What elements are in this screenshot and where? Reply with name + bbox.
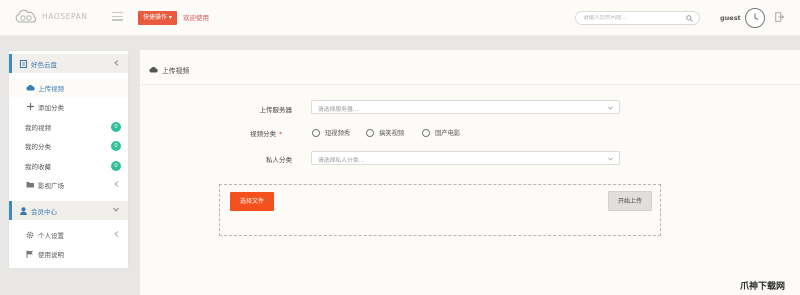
sidebar: 好色云盘 上传视频 添加分类 我的视频 0 我的分类 0 我的收藏 0 影视广场: [8, 50, 129, 269]
chevron-down-icon[interactable]: [113, 207, 119, 212]
radio-category-funny[interactable]: 搞笑视频: [366, 128, 404, 137]
sidebar-item-label: 我的分类: [25, 142, 51, 151]
radio-circle[interactable]: [312, 128, 320, 137]
logout-icon[interactable]: [775, 12, 784, 22]
gear-icon: [25, 231, 35, 239]
logo[interactable]: HAOSEPAN: [14, 9, 88, 24]
sidebar-item-label: 添加分类: [38, 103, 64, 112]
clock-avatar-icon: [754, 13, 759, 20]
page-title: 上传视频: [162, 67, 190, 75]
choose-file-button[interactable]: 选择文件: [230, 192, 274, 211]
required-mark: *: [279, 130, 283, 138]
radio-category-domestic-film[interactable]: 国产电影: [422, 128, 460, 137]
sidebar-item-instructions[interactable]: 使用说明: [9, 244, 128, 263]
logo-text: HAOSEPAN: [42, 12, 88, 21]
sidebar-item-label: 我的收藏: [25, 162, 51, 171]
sidebar-item-label: 上传视频: [38, 84, 64, 93]
user-icon: [18, 206, 28, 215]
sidebar-item-label: 使用说明: [38, 250, 64, 259]
sidebar-item-label: 个人设置: [38, 231, 64, 240]
server-select[interactable]: 请选择服务器...: [311, 100, 620, 114]
search-icon[interactable]: [686, 15, 693, 22]
cloud-upload-icon: [25, 84, 35, 91]
radio-label: 短视频秀: [325, 130, 351, 137]
panel-title: 上传视频: [149, 65, 189, 75]
chevron-down-icon: [608, 157, 613, 161]
sidebar-item-upload-video[interactable]: 上传视频: [9, 78, 128, 97]
user-name[interactable]: guest: [720, 14, 741, 22]
search-box[interactable]: [575, 11, 700, 25]
avatar[interactable]: [745, 8, 765, 28]
category-label-text: 视频分类: [250, 130, 276, 138]
chevron-left-icon[interactable]: [114, 231, 119, 237]
site-watermark: 爪神下载网: [740, 282, 786, 292]
divider: [141, 84, 800, 85]
sidebar-group-label: 好色云盘: [31, 60, 57, 69]
flag-icon: [25, 250, 35, 258]
category-label: 视频分类 *: [250, 128, 302, 138]
sidebar-item-add-category[interactable]: 添加分类: [9, 97, 128, 116]
radio-circle[interactable]: [366, 128, 374, 137]
cloud-logo-icon: [15, 9, 37, 23]
sidebar-item-label: 影视广场: [38, 181, 64, 190]
quick-action-button[interactable]: 快捷操作 ▾: [138, 11, 177, 25]
chevron-left-icon[interactable]: [114, 60, 119, 66]
count-badge: 0: [111, 161, 121, 171]
radio-category-short[interactable]: 短视频秀: [312, 128, 350, 137]
sidebar-group-label: 会员中心: [31, 207, 57, 216]
cloud-upload-icon: [149, 66, 158, 75]
sidebar-group-cloud[interactable]: 好色云盘: [9, 54, 128, 73]
menu-toggle-icon[interactable]: [112, 12, 123, 22]
folder-open-icon: [25, 181, 35, 188]
chevron-left-icon[interactable]: [114, 181, 119, 187]
sidebar-item-video-plaza[interactable]: 影视广场: [9, 175, 128, 194]
sidebar-item-my-categories[interactable]: 我的分类 0: [9, 136, 128, 155]
welcome-text: 欢迎使用: [183, 14, 209, 22]
start-upload-button[interactable]: 开始上传: [608, 191, 652, 211]
sidebar-item-my-favorites[interactable]: 我的收藏 0: [9, 156, 128, 175]
search-input[interactable]: [583, 15, 683, 21]
upload-drop-zone[interactable]: 选择文件 开始上传: [219, 184, 661, 236]
radio-label: 国产电影: [435, 130, 461, 137]
count-badge: 0: [111, 141, 121, 151]
main-panel: 上传视频: [139, 50, 800, 295]
sidebar-item-label: 我的视频: [25, 123, 51, 132]
file-icon: [18, 59, 28, 68]
private-category-select-value: 请选择私人分类...: [318, 158, 365, 164]
chevron-down-icon: [608, 106, 613, 110]
private-category-label: 私人分类: [266, 156, 292, 164]
sidebar-item-my-videos[interactable]: 我的视频 0: [9, 117, 128, 136]
plus-icon: [25, 103, 35, 110]
private-category-select[interactable]: 请选择私人分类...: [311, 151, 620, 165]
sidebar-item-personal-settings[interactable]: 个人设置: [9, 225, 128, 244]
top-header: HAOSEPAN 快捷操作 ▾ 欢迎使用 guest: [0, 0, 800, 36]
radio-circle[interactable]: [422, 128, 430, 137]
server-label: 上传服务器: [259, 106, 293, 114]
radio-label: 搞笑视频: [379, 130, 405, 137]
count-badge: 0: [111, 122, 121, 132]
sidebar-group-member[interactable]: 会员中心: [9, 201, 128, 220]
server-select-value: 请选择服务器...: [318, 107, 359, 113]
